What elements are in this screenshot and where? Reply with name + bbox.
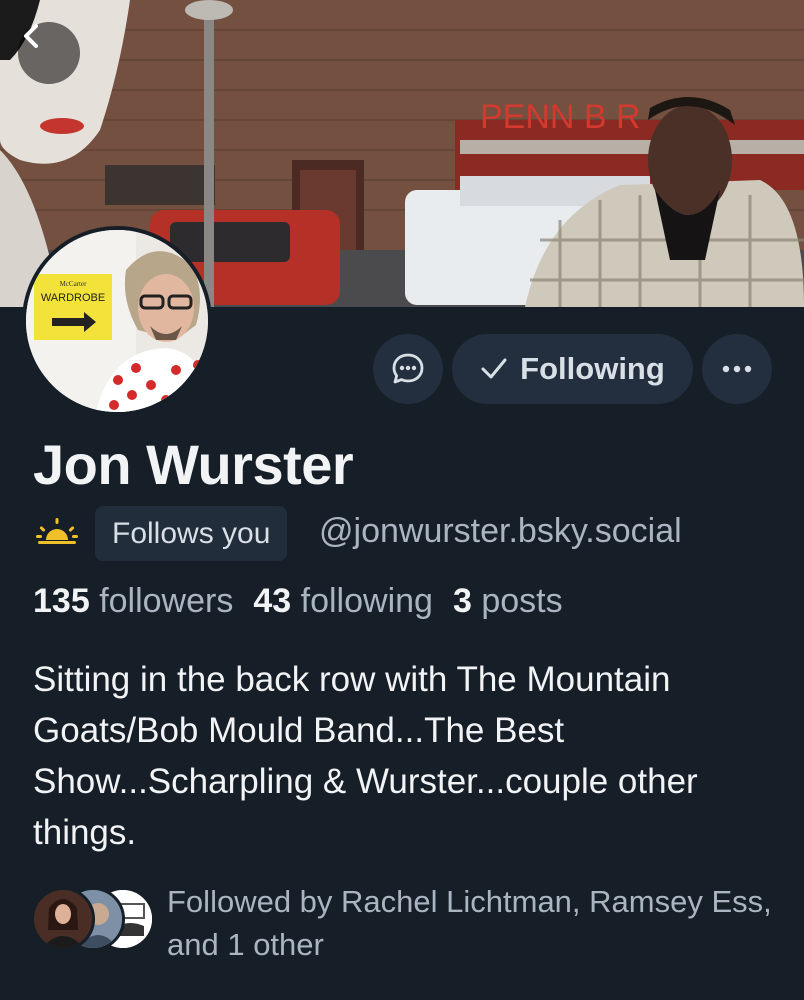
follows-you-badge: Follows you [95,506,288,561]
chevron-left-icon [24,24,38,48]
more-options-button[interactable] [702,334,772,404]
profile-bio: Sitting in the back row with The Mountai… [33,660,698,852]
avatar-image: McCarter WARDROBE [26,230,208,412]
following-button[interactable]: Following [452,334,693,404]
avatar[interactable]: McCarter WARDROBE [22,226,212,416]
following-count: 43 [253,582,292,620]
profile-handle: @jonwurster.bsky.social [319,512,682,550]
following-button-label: Following [520,351,665,386]
ellipsis-icon [722,365,752,373]
sunrise-icon [36,518,78,544]
avatar-sign-small: McCarter [60,280,87,288]
followers-label: followers [99,582,234,620]
posts-label: posts [481,582,563,620]
avatar-sign-text: WARDROBE [41,292,105,304]
followed-by-text[interactable]: Followed by Rachel Lichtman, Ramsey Ess,… [167,880,787,966]
storefront-sign: PENN B R [480,98,641,136]
followers-stat[interactable]: 135 followers [33,582,233,621]
profile-stats: 135 followers 43 following 3 posts [33,582,563,621]
chat-bubble-icon [392,353,424,384]
message-button[interactable] [373,334,443,404]
display-name: Jon Wurster [33,433,354,496]
following-label: following [300,582,433,620]
posts-count: 3 [452,582,472,620]
posts-stat: 3 posts [453,582,563,621]
followers-count: 135 [33,582,90,620]
check-icon [481,358,507,379]
known-followers-avatars[interactable] [31,887,155,953]
back-button[interactable] [18,22,80,84]
following-stat[interactable]: 43 following [253,582,433,621]
known-follower-avatar [31,887,95,951]
